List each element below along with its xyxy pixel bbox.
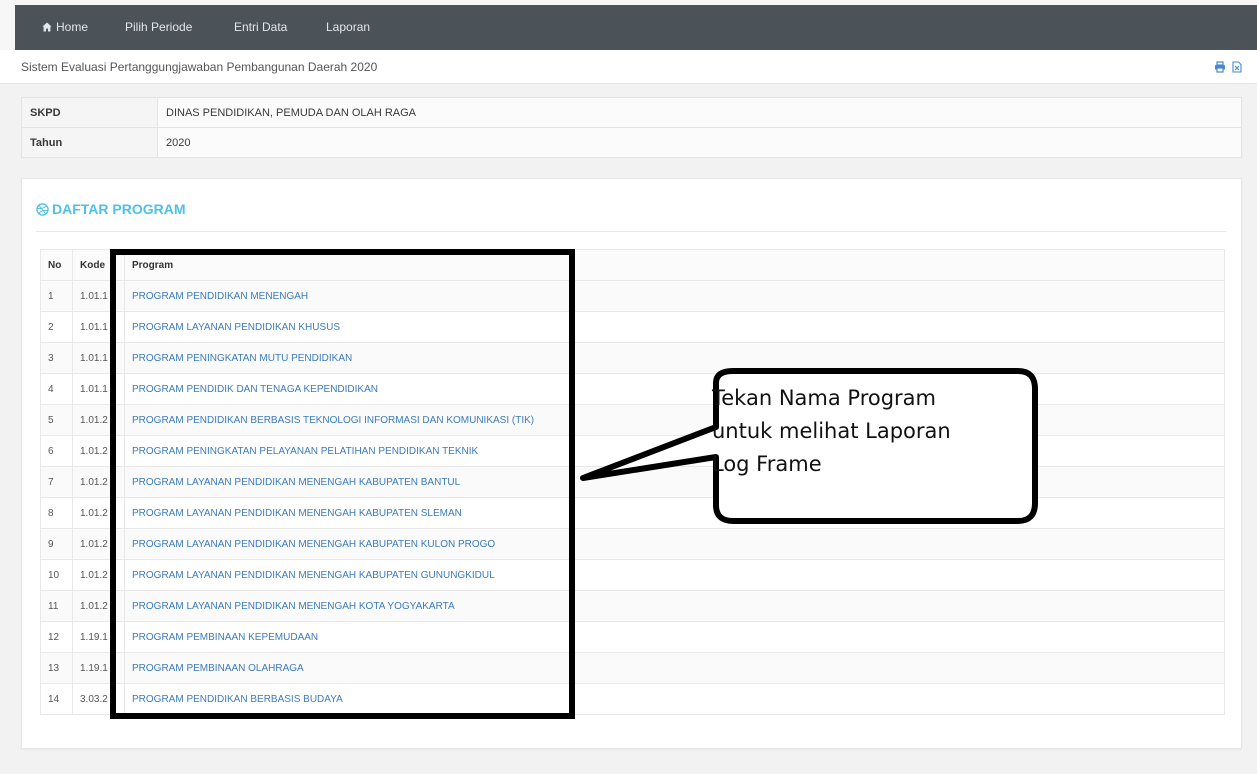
skpd-label: SKPD [21,97,158,128]
row-no: 12 [40,621,73,653]
program-link[interactable]: PROGRAM LAYANAN PENDIDIKAN MENENGAH KABU… [132,508,462,519]
file-export-icon[interactable] [1231,61,1243,73]
program-link[interactable]: PROGRAM PEMBINAAN KEPEMUDAAN [132,632,318,643]
row-kode: 1.19.1 [72,621,125,653]
row-kode: 3.03.2 [72,683,125,715]
row-kode: 1.01.1 [72,311,125,343]
program-link[interactable]: PROGRAM PENINGKATAN PELAYANAN PELATIHAN … [132,446,478,457]
row-kode: 1.01.2 [72,466,125,498]
table-row: 2 1.01.1 PROGRAM LAYANAN PENDIDIKAN KHUSUS [40,311,1225,343]
table-row: 12 1.19.1 PROGRAM PEMBINAAN KEPEMUDAAN [40,621,1225,653]
row-no: 5 [40,404,73,436]
program-link[interactable]: PROGRAM PENDIDIKAN BERBASIS TEKNOLOGI IN… [132,415,534,426]
table-row: 3 1.01.1 PROGRAM PENINGKATAN MUTU PENDIDIK… [40,342,1225,374]
program-link[interactable]: PROGRAM PEMBINAAN OLAHRAGA [132,663,304,674]
row-kode: 1.01.2 [72,404,125,436]
row-no: 4 [40,373,73,405]
table-row: 10 1.01.2 PROGRAM LAYANAN PENDIDIKAN MENEN… [40,559,1225,591]
table-row: 14 3.03.2 PROGRAM PENDIDIKAN BERBASIS BUDA… [40,683,1225,715]
program-table: No Kode Program 1 1.01.1 PROGRAM PENDIDIKA… [40,249,1225,715]
row-kode: 1.19.1 [72,652,125,684]
row-no: 11 [40,590,73,622]
table-row: 5 1.01.2 PROGRAM PENDIDIKAN BERBASIS TEKNO… [40,404,1225,436]
row-kode: 1.01.2 [72,559,125,591]
table-row: 8 1.01.2 PROGRAM LAYANAN PENDIDIKAN MENENG… [40,497,1225,529]
skpd-info-table: SKPD DINAS PENDIDIKAN, PEMUDA DAN OLAH R… [21,97,1242,158]
table-row: 4 1.01.1 PROGRAM PENDIDIK DAN TENAGA KEPEN… [40,373,1225,405]
nav-pilih-periode[interactable]: Pilih Periode [125,5,192,50]
row-no: 6 [40,435,73,467]
program-table-body: 1 1.01.1 PROGRAM PENDIDIKAN MENENGAH 2 1.01.… [40,280,1225,715]
program-link[interactable]: PROGRAM PENINGKATAN MUTU PENDIDIKAN [132,353,352,364]
main-navbar: Home Pilih Periode Entri Data Laporan [15,5,1257,50]
row-kode: 1.01.2 [72,590,125,622]
row-no: 8 [40,497,73,529]
row-no: 7 [40,466,73,498]
panel-title-text: DAFTAR PROGRAM [52,201,186,217]
program-link[interactable]: PROGRAM LAYANAN PENDIDIKAN KHUSUS [132,322,340,333]
col-header-program: Program [124,249,1225,281]
program-link[interactable]: PROGRAM PENDIDIK DAN TENAGA KEPENDIDIKAN [132,384,378,395]
row-kode: 1.01.1 [72,342,125,374]
row-no: 14 [40,683,73,715]
page-header: Sistem Evaluasi Pertanggungjawaban Pemba… [0,50,1257,84]
skpd-row: SKPD DINAS PENDIDIKAN, PEMUDA DAN OLAH R… [21,97,1242,128]
program-link[interactable]: PROGRAM LAYANAN PENDIDIKAN MENENGAH KABU… [132,570,495,581]
program-link[interactable]: PROGRAM LAYANAN PENDIDIKAN MENENGAH KOTA… [132,601,455,612]
tahun-value: 2020 [157,127,1242,158]
panel-divider [36,231,1226,232]
row-no: 13 [40,652,73,684]
page-title: Sistem Evaluasi Pertanggungjawaban Pemba… [21,60,378,74]
table-row: 7 1.01.2 PROGRAM LAYANAN PENDIDIKAN MENENG… [40,466,1225,498]
program-link[interactable]: PROGRAM PENDIDIKAN MENENGAH [132,291,308,302]
row-no: 1 [40,280,73,312]
nav-entri-data[interactable]: Entri Data [234,5,287,50]
panel-title: DAFTAR PROGRAM [36,201,186,217]
program-link[interactable]: PROGRAM PENDIDIKAN BERBASIS BUDAYA [132,694,343,705]
row-no: 2 [40,311,73,343]
row-kode: 1.01.1 [72,373,125,405]
print-icon[interactable] [1214,61,1226,73]
row-no: 9 [40,528,73,560]
home-icon [42,22,52,32]
col-header-no: No [40,249,73,281]
daftar-program-panel: DAFTAR PROGRAM No Kode Program 1 1.01.1 PR… [21,178,1242,749]
program-link[interactable]: PROGRAM LAYANAN PENDIDIKAN MENENGAH KABU… [132,539,495,550]
top-bar: Home Pilih Periode Entri Data Laporan [0,0,1257,50]
table-row: 11 1.01.2 PROGRAM LAYANAN PENDIDIKAN MENEN… [40,590,1225,622]
table-row: 9 1.01.2 PROGRAM LAYANAN PENDIDIKAN MENENG… [40,528,1225,560]
row-no: 10 [40,559,73,591]
table-row: 1 1.01.1 PROGRAM PENDIDIKAN MENENGAH [40,280,1225,312]
table-row: 13 1.19.1 PROGRAM PEMBINAAN OLAHRAGA [40,652,1225,684]
tahun-row: Tahun 2020 [21,127,1242,158]
nav-home-label: Home [56,20,89,34]
table-row: 6 1.01.2 PROGRAM PENINGKATAN PELAYANAN PEL… [40,435,1225,467]
nav-home[interactable]: Home [42,5,88,50]
nav-laporan[interactable]: Laporan [326,5,370,50]
col-header-kode: Kode [72,249,125,281]
row-kode: 1.01.2 [72,435,125,467]
skpd-value: DINAS PENDIDIKAN, PEMUDA DAN OLAH RAGA [157,97,1242,128]
row-kode: 1.01.2 [72,497,125,529]
table-header-row: No Kode Program [40,249,1225,281]
tahun-label: Tahun [21,127,158,158]
dribbble-icon [36,203,49,216]
row-kode: 1.01.2 [72,528,125,560]
program-link[interactable]: PROGRAM LAYANAN PENDIDIKAN MENENGAH KABU… [132,477,460,488]
row-no: 3 [40,342,73,374]
row-kode: 1.01.1 [72,280,125,312]
